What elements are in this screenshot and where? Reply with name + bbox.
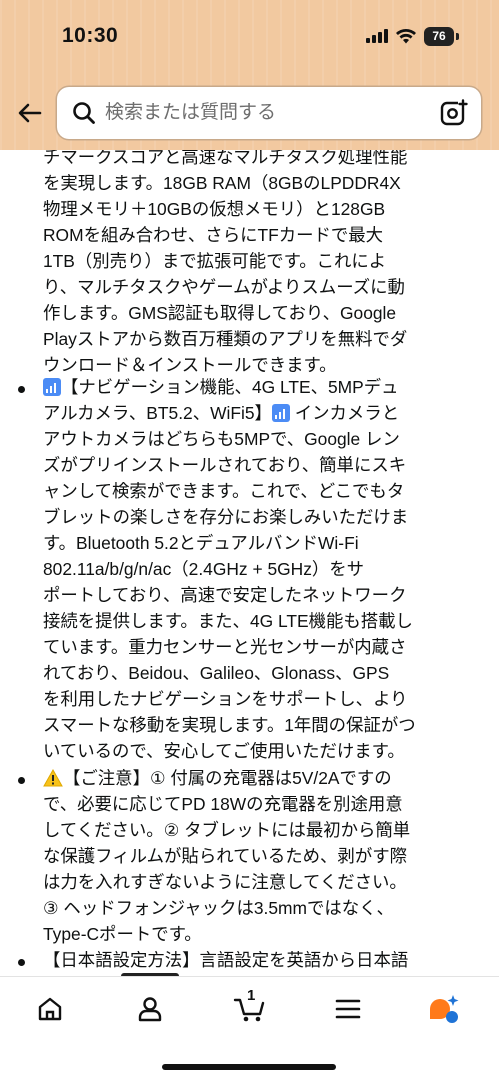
nav-home[interactable] (30, 989, 70, 1029)
signal-emoji-icon (43, 378, 61, 396)
home-icon (38, 997, 62, 1021)
nav-cart[interactable]: 1 (230, 987, 270, 1029)
nav-account[interactable] (130, 989, 170, 1029)
bullet-navigation: 【ナビゲーション機能、4G LTE、5MPデュ アルカメラ、BT5.2、WiFi… (43, 374, 483, 764)
product-description: チマークスコアと高速なマルチタスク処理性能 を実現します。18GB RAM（8G… (0, 150, 499, 976)
wifi-icon (396, 28, 416, 43)
home-indicator (162, 1064, 336, 1070)
cart-count: 1 (247, 987, 256, 1004)
battery-level: 76 (424, 26, 454, 46)
bullet-dot (18, 959, 25, 966)
rufus-assistant-icon (430, 995, 459, 1023)
bullet-caution: 【ご注意】① 付属の充電器は5V/2Aですの で、必要に応じてPD 18Wの充電… (43, 765, 483, 947)
bullet-language-body: 言語設定を英語から日本語 (199, 950, 409, 970)
bullet-navigation-body: インカメラと アウトカメラはどちらも5MPで、Google レン ズがプリインス… (43, 403, 416, 761)
warning-emoji-icon (43, 769, 63, 787)
bullet-caution-head: 【ご注意】 (63, 768, 150, 788)
search-bar[interactable] (57, 87, 481, 139)
bullet-caution-body: ① 付属の充電器は5V/2Aですの で、必要に応じてPD 18Wの充電器を別途用… (43, 768, 411, 944)
nav-menu[interactable] (328, 989, 368, 1029)
menu-icon (335, 999, 361, 1019)
bullet-dot (18, 777, 25, 784)
search-input[interactable] (105, 87, 425, 139)
bullet-language-head: 【日本語設定方法】 (43, 950, 200, 970)
status-time: 10:30 (62, 24, 119, 47)
back-arrow-icon[interactable] (15, 98, 45, 128)
bullet-dot (18, 386, 25, 393)
bullet-language: 【日本語設定方法】言語設定を英語から日本語 (43, 947, 483, 973)
account-icon (138, 997, 162, 1022)
cellular-signal-icon (366, 29, 388, 43)
status-icons: 76 (366, 25, 459, 47)
battery-tip (456, 32, 459, 40)
search-icon (73, 102, 95, 124)
header-background: 10:30 76 (0, 0, 499, 150)
nav-assistant[interactable] (424, 989, 464, 1029)
description-intro: チマークスコアと高速なマルチタスク処理性能 を実現します。18GB RAM（8G… (43, 150, 408, 375)
camera-search-icon[interactable] (439, 98, 469, 128)
signal-emoji-icon (271, 404, 290, 422)
